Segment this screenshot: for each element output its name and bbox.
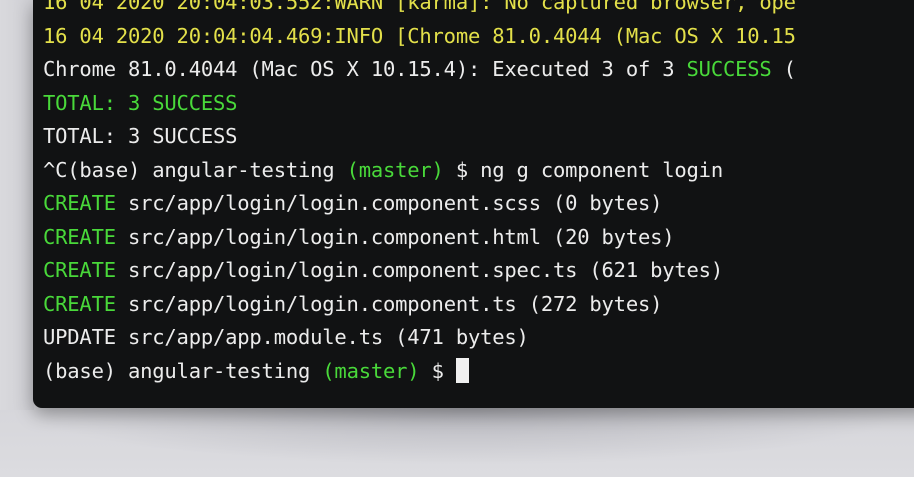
terminal-line: TOTAL: 3 SUCCESS [43,88,237,118]
terminal-line: Chrome 81.0.4044 (Mac OS X 10.15.4): Exe… [43,54,796,84]
output-text: $ ng g component login [443,157,723,182]
output-text: src/app/login/login.component.scss (0 by… [115,191,663,215]
terminal-line: 16 04 2020 20:04:04.469:INFO [Chrome 81.… [43,21,796,51]
highlight-text: CREATE [43,191,116,215]
highlight-text: SUCCESS [686,57,772,81]
highlight-text: (master) [346,157,444,182]
highlight-text: CREATE [43,258,116,282]
highlight-text: CREATE [43,291,116,316]
highlight-text: (master) [322,358,420,383]
output-text: $ [419,358,456,383]
output-text: Chrome 81.0.4044 (Mac OS X 10.15.4): Exe… [43,57,687,81]
terminal-line: ^C(base) angular-testing (master) $ ng g… [43,155,723,185]
terminal-line: (base) angular-testing (master) $ [43,356,469,386]
output-text: UPDATE src/app/app.module.ts (471 bytes) [43,325,529,349]
desktop-background [0,0,34,410]
output-text: src/app/login/login.component.ts (272 by… [115,291,663,316]
highlight-text: CREATE [43,224,116,249]
output-text: TOTAL: 3 SUCCESS [43,124,238,148]
output-text: (base) angular-testing [43,358,323,383]
terminal-line: TOTAL: 3 SUCCESS [43,121,237,151]
output-text: src/app/login/login.component.html (20 b… [115,224,675,249]
text-cursor[interactable] [455,357,469,383]
output-text: ( [771,57,796,81]
terminal-line: 16 04 2020 20:04:03.552:WARN [karma]: No… [43,0,796,17]
highlight-text: TOTAL: 3 SUCCESS [43,90,238,115]
output-text: src/app/login/login.component.spec.ts (6… [115,258,723,282]
output-text: ^C(base) angular-testing [43,157,347,182]
terminal-line: CREATE src/app/login/login.component.scs… [43,188,662,218]
log-text: 16 04 2020 20:04:04.469:INFO [Chrome 81.… [43,23,796,48]
terminal-window[interactable]: 16 04 2020 20:04:03.552:WARN [karma]: No… [33,0,914,408]
terminal-line: UPDATE src/app/app.module.ts (471 bytes) [43,322,529,352]
log-text: 16 04 2020 20:04:03.552:WARN [karma]: No… [43,0,796,14]
terminal-line: CREATE src/app/login/login.component.spe… [43,255,723,285]
terminal-line: CREATE src/app/login/login.component.htm… [43,222,675,252]
terminal-line: CREATE src/app/login/login.component.ts … [43,289,662,319]
